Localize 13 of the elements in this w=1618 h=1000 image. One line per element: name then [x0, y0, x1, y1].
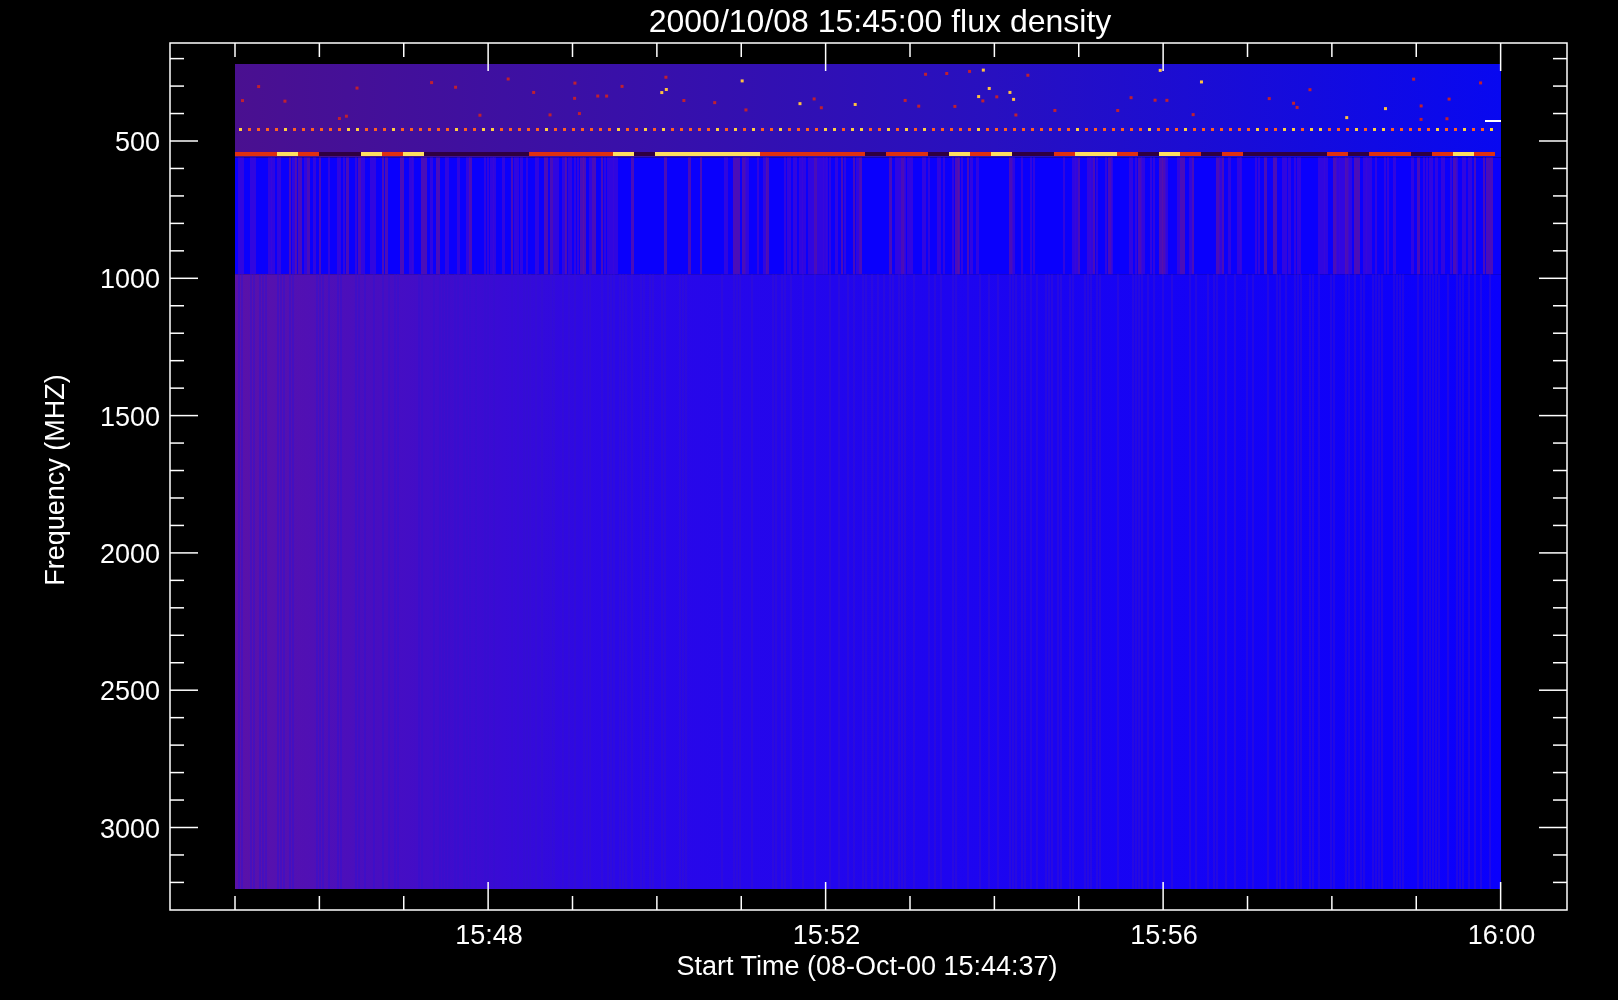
y-tick-label: 1500: [99, 401, 160, 432]
plot-title: 2000/10/08 15:45:00 flux density: [648, 3, 1112, 39]
y-tick-label: 1000: [99, 264, 160, 295]
x-tick-label: 15:56: [1130, 920, 1198, 950]
y-tick-label: 2000: [99, 538, 160, 569]
y-tick-label: 500: [114, 127, 160, 157]
x-axis-label: Start Time (08-Oct-00 15:44:37): [676, 951, 1058, 981]
y-axis-label: Frequency (MHZ): [40, 374, 70, 586]
x-tick-label: 16:00: [1467, 920, 1536, 950]
x-tick-label: 15:52: [792, 920, 861, 950]
x-tick-label: 15:48: [455, 920, 523, 950]
y-tick-label: 3000: [99, 813, 160, 844]
y-tick-label: 2500: [99, 676, 160, 707]
